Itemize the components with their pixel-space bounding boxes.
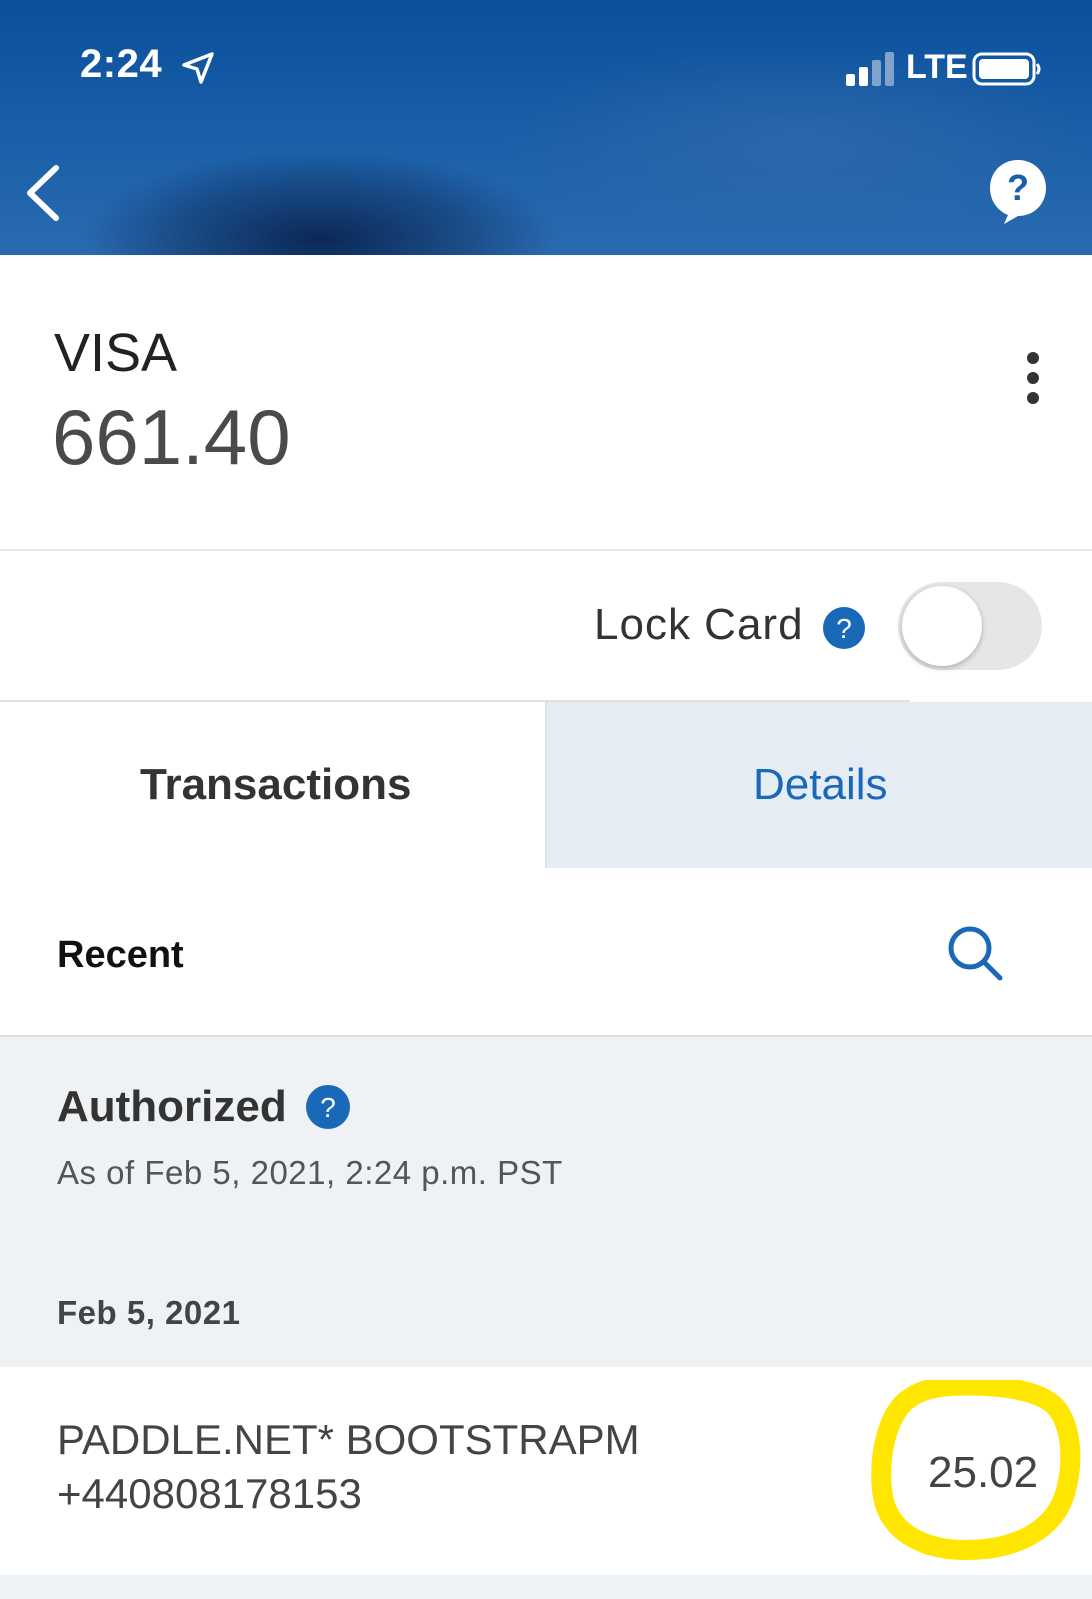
authorized-as-of: As of Feb 5, 2021, 2:24 p.m. PST bbox=[57, 1154, 563, 1191]
card-name: VISA bbox=[54, 323, 178, 383]
app-header bbox=[0, 0, 1092, 255]
transaction-description: PADDLE.NET* BOOTSTRAPM bbox=[57, 1416, 640, 1463]
authorized-help-icon[interactable]: ? bbox=[305, 1084, 351, 1130]
lock-card-toggle[interactable] bbox=[898, 582, 1042, 670]
status-time: 2:24 bbox=[80, 42, 163, 86]
back-chevron-icon[interactable] bbox=[20, 160, 70, 226]
lock-card-help-icon[interactable]: ? bbox=[822, 606, 866, 650]
more-vertical-icon[interactable] bbox=[1018, 350, 1048, 406]
battery-icon bbox=[972, 52, 1041, 86]
help-bubble-icon[interactable]: ? bbox=[988, 158, 1048, 226]
svg-text:?: ? bbox=[1007, 167, 1029, 208]
location-arrow-icon bbox=[182, 52, 214, 84]
recent-heading: Recent bbox=[57, 934, 184, 976]
transaction-date-header: Feb 5, 2021 bbox=[57, 1294, 241, 1331]
bottom-strip bbox=[0, 1575, 1092, 1599]
svg-text:?: ? bbox=[836, 613, 852, 644]
card-balance: 661.40 bbox=[52, 393, 291, 481]
network-type: LTE bbox=[906, 48, 968, 86]
svg-text:?: ? bbox=[320, 1092, 336, 1123]
tab-details-label: Details bbox=[753, 760, 888, 809]
cellular-signal-icon bbox=[846, 52, 894, 86]
authorized-title: Authorized bbox=[57, 1082, 287, 1131]
header-background-blur bbox=[80, 150, 560, 255]
lock-card-label: Lock Card bbox=[594, 600, 804, 649]
tab-transactions[interactable]: Transactions bbox=[0, 702, 545, 868]
divider bbox=[0, 549, 1092, 551]
toggle-knob bbox=[902, 586, 982, 666]
search-icon[interactable] bbox=[946, 924, 1004, 982]
tab-transactions-label: Transactions bbox=[140, 760, 412, 809]
tab-details[interactable]: Details bbox=[545, 702, 1092, 868]
transaction-description-line2: +440808178153 bbox=[57, 1470, 362, 1517]
transaction-amount: 25.02 bbox=[928, 1448, 1039, 1497]
